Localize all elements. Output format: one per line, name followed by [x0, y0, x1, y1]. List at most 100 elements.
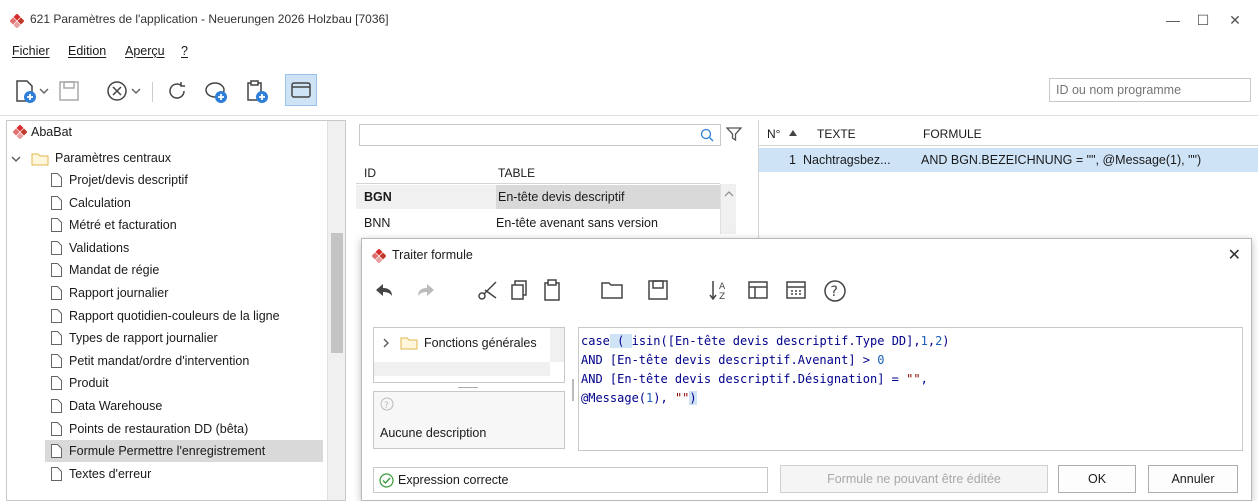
menu-apercu[interactable]: Aperçu: [125, 44, 165, 58]
formula-editor[interactable]: case ( isin([En-tête devis descriptif.Ty…: [578, 327, 1243, 451]
folder-icon: [31, 153, 49, 166]
tree-item-label: Mandat de régie: [69, 263, 160, 278]
window-title: 621 Paramètres de l'application - Neueru…: [30, 12, 389, 26]
undo-icon[interactable]: [372, 278, 396, 302]
code-token: case: [581, 334, 610, 348]
formula-text: Nachtragsbez...: [803, 153, 891, 167]
paste-icon[interactable]: [540, 278, 564, 302]
tree-item[interactable]: Mandat de régie: [45, 259, 323, 281]
search-icon[interactable]: [700, 128, 714, 142]
tree-item[interactable]: Projet/devis descriptif: [45, 169, 323, 191]
menu-help[interactable]: ?: [181, 44, 188, 58]
tree-item[interactable]: Métré et facturation: [45, 214, 323, 236]
document-icon: [51, 286, 62, 300]
tree-item[interactable]: Petit mandat/ordre d'intervention: [45, 350, 323, 372]
tree-item-label: Rapport journalier: [69, 286, 169, 300]
close-button[interactable]: ✕: [1220, 8, 1250, 32]
sort-ascending-icon[interactable]: [789, 130, 797, 136]
tree-item[interactable]: Points de restauration DD (bêta): [45, 418, 323, 440]
maximize-button[interactable]: ☐: [1188, 8, 1218, 32]
function-tree-hscroll[interactable]: [374, 362, 550, 376]
program-search-input[interactable]: [1049, 78, 1251, 102]
table-scrollbar[interactable]: [720, 184, 736, 234]
table-row[interactable]: BNN En-tête avenant sans version: [356, 211, 720, 235]
refresh-icon[interactable]: [164, 78, 190, 104]
document-icon: [51, 263, 62, 278]
tree-scrollbar[interactable]: [327, 121, 345, 500]
tree-root-label: AbaBat: [31, 125, 73, 139]
row-table: En-tête devis descriptif: [496, 185, 720, 209]
document-icon: [51, 421, 62, 436]
tree-scrollbar-thumb[interactable]: [331, 233, 343, 353]
filter-icon[interactable]: [726, 126, 742, 142]
formula-code[interactable]: case ( isin([En-tête devis descriptif.Ty…: [581, 332, 1240, 408]
tree-group[interactable]: Paramètres centraux: [7, 147, 327, 169]
save-icon[interactable]: [646, 278, 670, 302]
comment-add-icon[interactable]: [203, 78, 229, 104]
column-header-texte[interactable]: TEXTE: [817, 127, 856, 141]
chevron-up-icon[interactable]: [724, 190, 734, 198]
cut-icon[interactable]: [476, 278, 500, 302]
splitter-handle[interactable]: [458, 387, 478, 388]
chevron-down-icon[interactable]: [11, 154, 21, 164]
code-token: 0: [877, 353, 885, 367]
minimize-button[interactable]: —: [1158, 8, 1188, 32]
table-icon[interactable]: [746, 278, 770, 302]
code-token: AND: [581, 353, 610, 367]
chevron-down-icon[interactable]: [130, 78, 142, 104]
tree-item[interactable]: Produit: [45, 372, 323, 394]
menu-edition[interactable]: Edition: [68, 44, 106, 58]
help-icon[interactable]: ?: [822, 278, 848, 304]
cancel-button[interactable]: Annuler: [1148, 465, 1238, 493]
tree-item[interactable]: Types de rapport journalier: [45, 327, 323, 349]
tree-item-label: Métré et facturation: [69, 218, 177, 233]
table-search-input[interactable]: [359, 124, 721, 146]
editor-splitter[interactable]: [572, 379, 574, 401]
svg-text:?: ?: [831, 284, 838, 300]
table-row[interactable]: BGN En-tête devis descriptif: [356, 185, 720, 209]
column-header-formule[interactable]: FORMULE: [923, 127, 982, 141]
tree-item[interactable]: Formule Permettre l'enregistrement: [45, 440, 323, 463]
formula-row[interactable]: 1 Nachtragsbez... AND BGN.BEZEICHNUNG = …: [759, 148, 1258, 172]
code-token: ): [942, 334, 950, 348]
code-line: case ( isin([En-tête devis descriptif.Ty…: [581, 332, 1240, 351]
column-header-no[interactable]: N°: [767, 127, 780, 141]
folder-icon[interactable]: [600, 278, 624, 302]
tree-item[interactable]: Calculation: [45, 192, 323, 214]
chevron-down-icon[interactable]: [38, 78, 50, 104]
clipboard-add-icon[interactable]: [244, 78, 270, 104]
description-text: Aucune description: [380, 426, 487, 440]
column-header-table[interactable]: TABLE: [498, 166, 535, 180]
tree-item[interactable]: Textes d'erreur: [45, 463, 323, 485]
menu-fichier[interactable]: Fichier: [12, 44, 50, 58]
function-tree-item[interactable]: Fonctions générales: [424, 336, 537, 350]
cancel-icon[interactable]: [104, 78, 130, 104]
chevron-right-icon[interactable]: [382, 338, 390, 348]
code-token: ,: [927, 334, 936, 348]
tree-item[interactable]: Data Warehouse: [45, 395, 323, 417]
document-icon: [51, 331, 62, 346]
redo-icon[interactable]: [414, 278, 438, 302]
window-view-toggle[interactable]: [285, 74, 317, 106]
new-doc-icon[interactable]: [12, 78, 38, 104]
code-token: [En-tête devis descriptif.Désignation]: [609, 372, 885, 386]
readonly-formula-button[interactable]: Formule ne pouvant être éditée: [780, 465, 1048, 493]
column-header-id[interactable]: ID: [364, 166, 376, 180]
tree-item[interactable]: Rapport journalier: [45, 282, 323, 304]
tree-item[interactable]: Validations: [45, 237, 323, 259]
tree-root[interactable]: AbaBat: [7, 121, 327, 143]
save-icon[interactable]: [56, 78, 82, 104]
status-bar: Expression correcte: [373, 467, 768, 493]
copy-icon[interactable]: [508, 278, 532, 302]
function-tree-vscroll[interactable]: [550, 328, 564, 362]
tree-item-label: Types de rapport journalier: [69, 331, 218, 346]
dialog-close-button[interactable]: ✕: [1228, 245, 1241, 265]
code-token: ,: [920, 372, 928, 386]
calculator-icon[interactable]: [784, 278, 808, 302]
sort-icon[interactable]: AZ: [708, 278, 734, 302]
tree-item[interactable]: Rapport quotidien-couleurs de la ligne: [45, 305, 323, 327]
code-token: "": [674, 391, 690, 405]
ok-button[interactable]: OK: [1058, 465, 1136, 493]
tree-item-label: Formule Permettre l'enregistrement: [69, 444, 266, 459]
dialog-title: Traiter formule: [392, 248, 473, 262]
